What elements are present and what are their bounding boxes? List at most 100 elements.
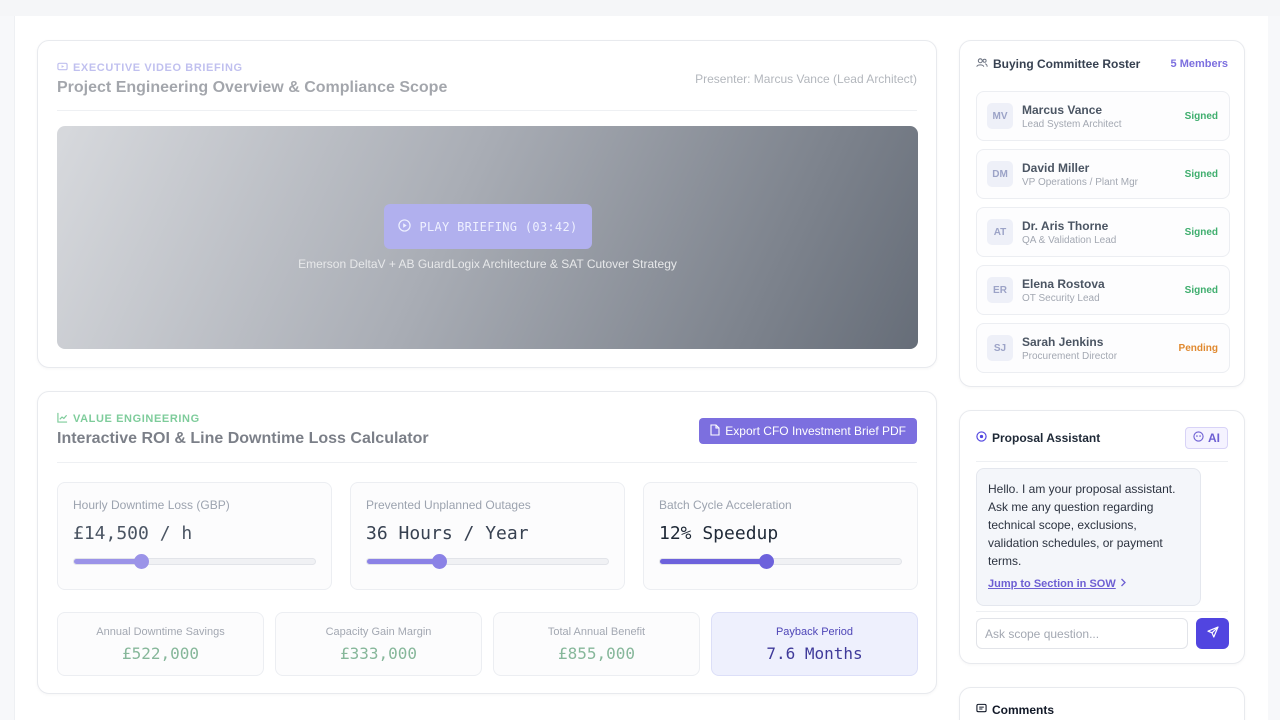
slider-batch-cycle-acceleration: Batch Cycle Acceleration 12% Speedup (643, 482, 918, 590)
roster-member[interactable]: ER Elena Rostova OT Security Lead Signed (976, 265, 1230, 315)
avatar: MV (987, 103, 1013, 129)
ask-scope-input[interactable] (976, 618, 1188, 649)
roster-title-label: Buying Committee Roster (993, 57, 1141, 71)
member-name: Marcus Vance (1022, 102, 1103, 117)
slider-thumb[interactable] (759, 554, 775, 569)
send-button[interactable] (1196, 618, 1229, 649)
video-eyebrow: EXECUTIVE VIDEO BRIEFING (57, 61, 243, 75)
metric-value: £333,000 (339, 644, 418, 663)
proposal-assistant-card: Proposal Assistant AI Hello. I am your p… (959, 410, 1245, 664)
roi-sliders: Hourly Downtime Loss (GBP) £14,500 / h P… (57, 482, 918, 590)
assistant-title: Proposal Assistant (976, 431, 1100, 445)
video-eyebrow-label: EXECUTIVE VIDEO BRIEFING (73, 62, 243, 74)
slider-value: £14,500 / h (73, 523, 193, 544)
roi-eyebrow: VALUE ENGINEERING (57, 412, 200, 426)
top-strip (0, 0, 1280, 16)
jump-to-sow-label: Jump to Section in SOW (988, 578, 1116, 590)
metric-value: £522,000 (121, 644, 200, 663)
users-icon (976, 57, 988, 71)
slider-track[interactable] (73, 554, 316, 569)
metric-total-annual-benefit: Total Annual Benefit £855,000 (493, 612, 700, 676)
roi-eyebrow-label: VALUE ENGINEERING (73, 413, 200, 425)
metric-payback-period: Payback Period 7.6 Months (711, 612, 918, 676)
play-icon (398, 218, 412, 235)
slider-value: 12% Speedup (659, 523, 779, 544)
metric-annual-downtime-savings: Annual Downtime Savings £522,000 (57, 612, 264, 676)
avatar: DM (987, 161, 1013, 187)
roster-title: Buying Committee Roster (976, 57, 1140, 71)
roster-header: Buying Committee Roster 5 Members (976, 57, 1228, 71)
video-player[interactable]: PLAY BRIEFING (03:42) Emerson DeltaV + A… (57, 126, 918, 349)
buying-committee-roster: Buying Committee Roster 5 Members MV Mar… (959, 40, 1245, 387)
roster-member[interactable]: MV Marcus Vance Lead System Architect Si… (976, 91, 1230, 141)
play-briefing-button[interactable]: PLAY BRIEFING (03:42) (384, 204, 592, 249)
input-divider (976, 611, 1228, 612)
member-name: David Miller (1022, 160, 1090, 175)
roster-member-count: 5 Members (1170, 58, 1228, 70)
metric-label: Total Annual Benefit (547, 626, 646, 638)
video-icon (57, 61, 68, 75)
roi-calculator-card: VALUE ENGINEERING Interactive ROI & Line… (37, 391, 937, 694)
slider-label: Batch Cycle Acceleration (659, 498, 792, 512)
metric-label: Payback Period (775, 626, 854, 638)
trend-chart-icon (57, 412, 68, 426)
status-badge: Signed (1184, 284, 1218, 296)
jump-to-sow-link[interactable]: Jump to Section in SOW (988, 575, 1127, 593)
assistant-header: Proposal Assistant AI (976, 427, 1228, 449)
avatar: SJ (987, 335, 1013, 361)
status-badge: Pending (1178, 342, 1218, 354)
member-name: Dr. Aris Thorne (1022, 218, 1109, 233)
video-title: Project Engineering Overview & Complianc… (57, 79, 448, 96)
bot-icon (1193, 431, 1204, 445)
document-icon (710, 423, 720, 439)
avatar: ER (987, 277, 1013, 303)
play-briefing-label: PLAY BRIEFING (03:42) (419, 219, 578, 234)
slider-fill (367, 559, 440, 564)
member-role: QA & Validation Lead (1022, 234, 1117, 246)
assistant-message: Hello. I am your proposal assistant. Ask… (976, 468, 1201, 606)
assistant-title-label: Proposal Assistant (992, 431, 1101, 445)
slider-thumb[interactable] (432, 554, 448, 569)
status-badge: Signed (1184, 168, 1218, 180)
video-divider (57, 110, 917, 111)
chevron-right-icon (1120, 575, 1127, 593)
metric-value: £855,000 (557, 644, 636, 663)
ai-badge: AI (1185, 427, 1228, 449)
roi-metrics: Annual Downtime Savings £522,000 Capacit… (57, 612, 918, 676)
slider-fill (74, 559, 142, 564)
video-caption: Emerson DeltaV + AB GuardLogix Architect… (298, 257, 677, 271)
roster-member[interactable]: DM David Miller VP Operations / Plant Mg… (976, 149, 1230, 199)
slider-label: Prevented Unplanned Outages (366, 498, 531, 512)
metric-label: Annual Downtime Savings (96, 626, 225, 638)
slider-thumb[interactable] (134, 554, 150, 569)
member-role: Procurement Director (1022, 350, 1118, 362)
metric-capacity-gain-margin: Capacity Gain Margin £333,000 (275, 612, 482, 676)
comment-icon (976, 703, 987, 717)
slider-value: 36 Hours / Year (366, 523, 529, 544)
status-badge: Signed (1184, 226, 1218, 238)
export-cfo-brief-button[interactable]: Export CFO Investment Brief PDF (699, 418, 917, 444)
comments-title-label: Comments (992, 703, 1055, 717)
roster-list: MV Marcus Vance Lead System Architect Si… (976, 91, 1230, 381)
member-name: Elena Rostova (1022, 276, 1105, 291)
assistant-divider (976, 461, 1228, 462)
ai-badge-label: AI (1208, 431, 1220, 445)
member-role: OT Security Lead (1022, 292, 1100, 304)
slider-track[interactable] (366, 554, 609, 569)
roi-title: Interactive ROI & Line Downtime Loss Cal… (57, 430, 429, 447)
status-badge: Signed (1184, 110, 1218, 122)
member-name: Sarah Jenkins (1022, 334, 1104, 349)
assistant-icon (976, 431, 987, 445)
comments-title: Comments (976, 703, 1054, 717)
roi-divider (57, 462, 917, 463)
presenter-label: Presenter: Marcus Vance (Lead Architect) (695, 72, 917, 86)
slider-track[interactable] (659, 554, 902, 569)
slider-prevented-outages: Prevented Unplanned Outages 36 Hours / Y… (350, 482, 625, 590)
member-role: Lead System Architect (1022, 118, 1122, 130)
comments-card: Comments (959, 687, 1245, 720)
slider-fill (660, 559, 767, 564)
roster-member[interactable]: SJ Sarah Jenkins Procurement Director Pe… (976, 323, 1230, 373)
roster-member[interactable]: AT Dr. Aris Thorne QA & Validation Lead … (976, 207, 1230, 257)
member-role: VP Operations / Plant Mgr (1022, 176, 1138, 188)
video-briefing-card: EXECUTIVE VIDEO BRIEFING Project Enginee… (37, 40, 937, 368)
